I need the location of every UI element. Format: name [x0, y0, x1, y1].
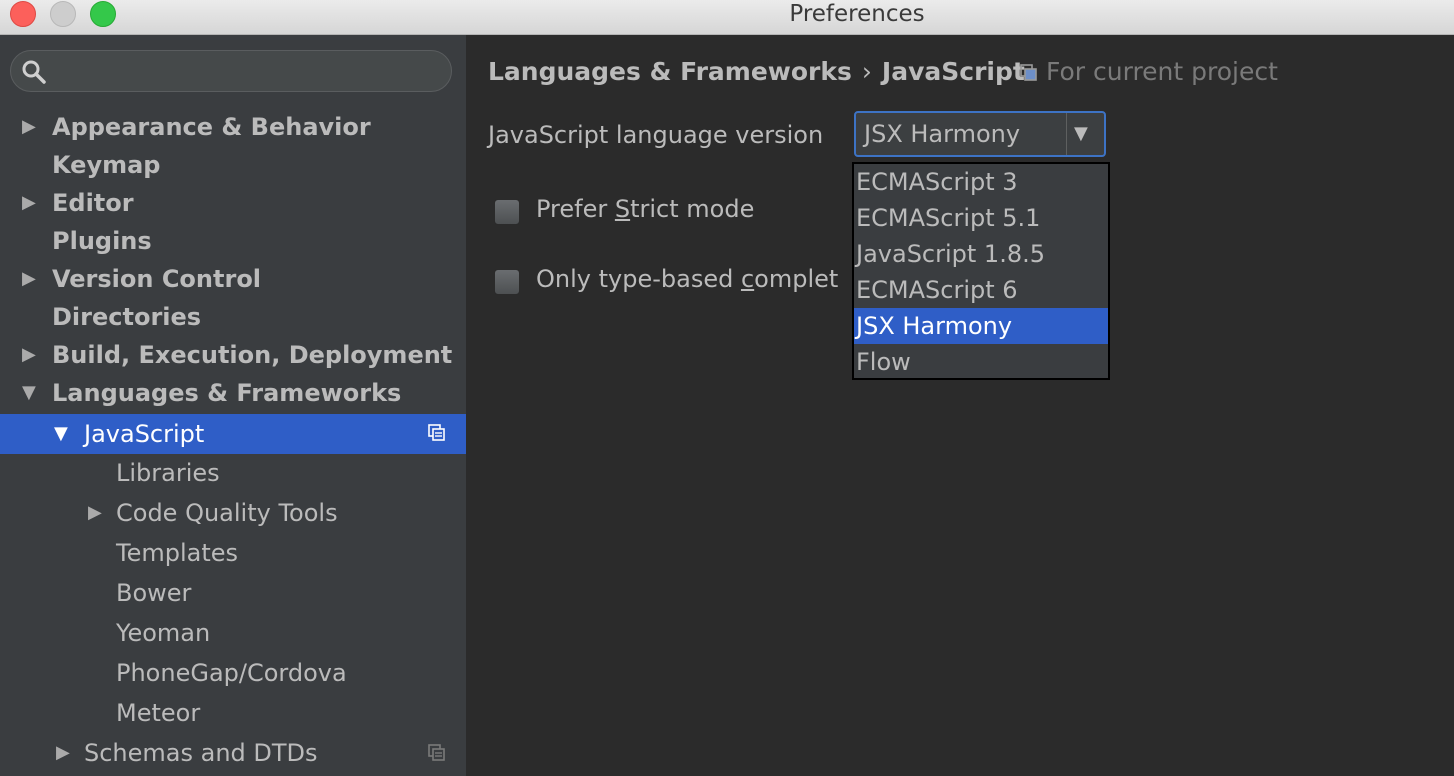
- dropdown-option[interactable]: JavaScript 1.8.5: [854, 236, 1108, 272]
- sidebar-item-label: Appearance & Behavior: [52, 113, 371, 141]
- sidebar-item-code-quality-tools[interactable]: ▶ Code Quality Tools: [0, 494, 466, 532]
- sidebar-item-label: Meteor: [116, 699, 201, 727]
- sidebar-item-label: Editor: [52, 189, 134, 217]
- search-input[interactable]: [10, 50, 452, 92]
- search-icon: [22, 60, 46, 84]
- sidebar-item-label: PhoneGap/Cordova: [116, 659, 347, 687]
- sidebar-item-build-execution-deployment[interactable]: ▶ Build, Execution, Deployment: [0, 336, 466, 374]
- dropdown-option[interactable]: ECMAScript 3: [854, 164, 1108, 200]
- sidebar-item-label: Code Quality Tools: [116, 499, 338, 527]
- sidebar-item-schemas-dtds[interactable]: ▶ Schemas and DTDs: [0, 734, 466, 772]
- project-scope-icon: [1020, 64, 1037, 81]
- sidebar-item-phonegap-cordova[interactable]: PhoneGap/Cordova: [0, 654, 466, 692]
- chevron-right-icon[interactable]: ▶: [22, 184, 36, 222]
- sidebar-item-libraries[interactable]: Libraries: [0, 454, 466, 492]
- language-version-value: JSX Harmony: [864, 120, 1021, 148]
- window-title: Preferences: [789, 1, 925, 27]
- prefer-strict-mode-checkbox[interactable]: [494, 199, 520, 225]
- chevron-down-icon[interactable]: ▼: [22, 374, 36, 412]
- sidebar-item-meteor[interactable]: Meteor: [0, 694, 466, 732]
- type-based-completion-label: Only type-based complet: [536, 265, 839, 293]
- zoom-window-button[interactable]: [90, 1, 116, 27]
- dropdown-arrow-icon[interactable]: ▼: [1074, 113, 1088, 155]
- dropdown-option-selected[interactable]: JSX Harmony: [854, 308, 1108, 344]
- sidebar-item-plugins[interactable]: Plugins: [0, 222, 466, 260]
- sidebar-item-label: Libraries: [116, 459, 220, 487]
- chevron-down-icon[interactable]: ▼: [54, 414, 68, 454]
- breadcrumb-current: JavaScript: [881, 57, 1025, 86]
- chevron-right-icon[interactable]: ▶: [88, 494, 102, 532]
- scope-text: For current project: [1046, 57, 1278, 86]
- project-scope-icon: [428, 744, 445, 761]
- sidebar-item-yeoman[interactable]: Yeoman: [0, 614, 466, 652]
- sidebar-item-version-control[interactable]: ▶ Version Control: [0, 260, 466, 298]
- chevron-right-icon[interactable]: ▶: [22, 260, 36, 298]
- sidebar-item-label: Languages & Frameworks: [52, 379, 402, 407]
- language-version-combobox[interactable]: JSX Harmony ▼: [854, 111, 1106, 157]
- dropdown-option[interactable]: ECMAScript 5.1: [854, 200, 1108, 236]
- scope-label: For current project: [1020, 57, 1278, 86]
- sidebar-item-label: Bower: [116, 579, 192, 607]
- chevron-right-icon[interactable]: ▶: [22, 336, 36, 374]
- prefer-strict-mode-label: Prefer Strict mode: [536, 195, 755, 223]
- sidebar-item-editor[interactable]: ▶ Editor: [0, 184, 466, 222]
- breadcrumb-separator: ›: [861, 57, 872, 86]
- sidebar-item-appearance-behavior[interactable]: ▶ Appearance & Behavior: [0, 108, 466, 146]
- sidebar-item-label: Plugins: [52, 227, 152, 255]
- sidebar-item-javascript[interactable]: ▼ JavaScript: [0, 414, 466, 454]
- sidebar-item-templates[interactable]: Templates: [0, 534, 466, 572]
- dropdown-option[interactable]: ECMAScript 6: [854, 272, 1108, 308]
- breadcrumb-parent: Languages & Frameworks: [488, 57, 852, 86]
- chevron-right-icon[interactable]: ▶: [56, 734, 70, 772]
- settings-sidebar: ▶ Appearance & Behavior Keymap ▶ Editor …: [0, 35, 468, 776]
- settings-panel: Languages & Frameworks › JavaScript For cu…: [468, 35, 1454, 776]
- combo-divider: [1066, 113, 1067, 155]
- language-version-dropdown: ECMAScript 3 ECMAScript 5.1 JavaScript 1…: [852, 162, 1110, 380]
- chevron-right-icon[interactable]: ▶: [22, 108, 36, 146]
- sidebar-item-label: Yeoman: [116, 619, 211, 647]
- sidebar-item-label: Schemas and DTDs: [84, 739, 318, 767]
- sidebar-item-directories[interactable]: Directories: [0, 298, 466, 336]
- sidebar-item-bower[interactable]: Bower: [0, 574, 466, 612]
- dropdown-option[interactable]: Flow: [854, 344, 1108, 380]
- type-based-completion-row[interactable]: Only type-based complet: [494, 265, 854, 301]
- type-based-completion-checkbox[interactable]: [494, 269, 520, 295]
- language-version-label: JavaScript language version: [488, 121, 824, 149]
- close-window-button[interactable]: [10, 1, 36, 27]
- sidebar-item-label: JavaScript: [84, 420, 205, 448]
- sidebar-item-label: Version Control: [52, 265, 262, 293]
- sidebar-item-label: Directories: [52, 303, 202, 331]
- project-scope-icon: [428, 424, 445, 441]
- sidebar-item-label: Templates: [116, 539, 239, 567]
- minimize-window-button[interactable]: [50, 1, 76, 27]
- breadcrumb: Languages & Frameworks › JavaScript: [488, 57, 1025, 86]
- sidebar-item-keymap[interactable]: Keymap: [0, 146, 466, 184]
- sidebar-item-label: Build, Execution, Deployment: [52, 341, 453, 369]
- title-bar: Preferences: [0, 0, 1454, 35]
- sidebar-item-label: Keymap: [52, 151, 161, 179]
- sidebar-item-languages-frameworks[interactable]: ▼ Languages & Frameworks: [0, 374, 466, 412]
